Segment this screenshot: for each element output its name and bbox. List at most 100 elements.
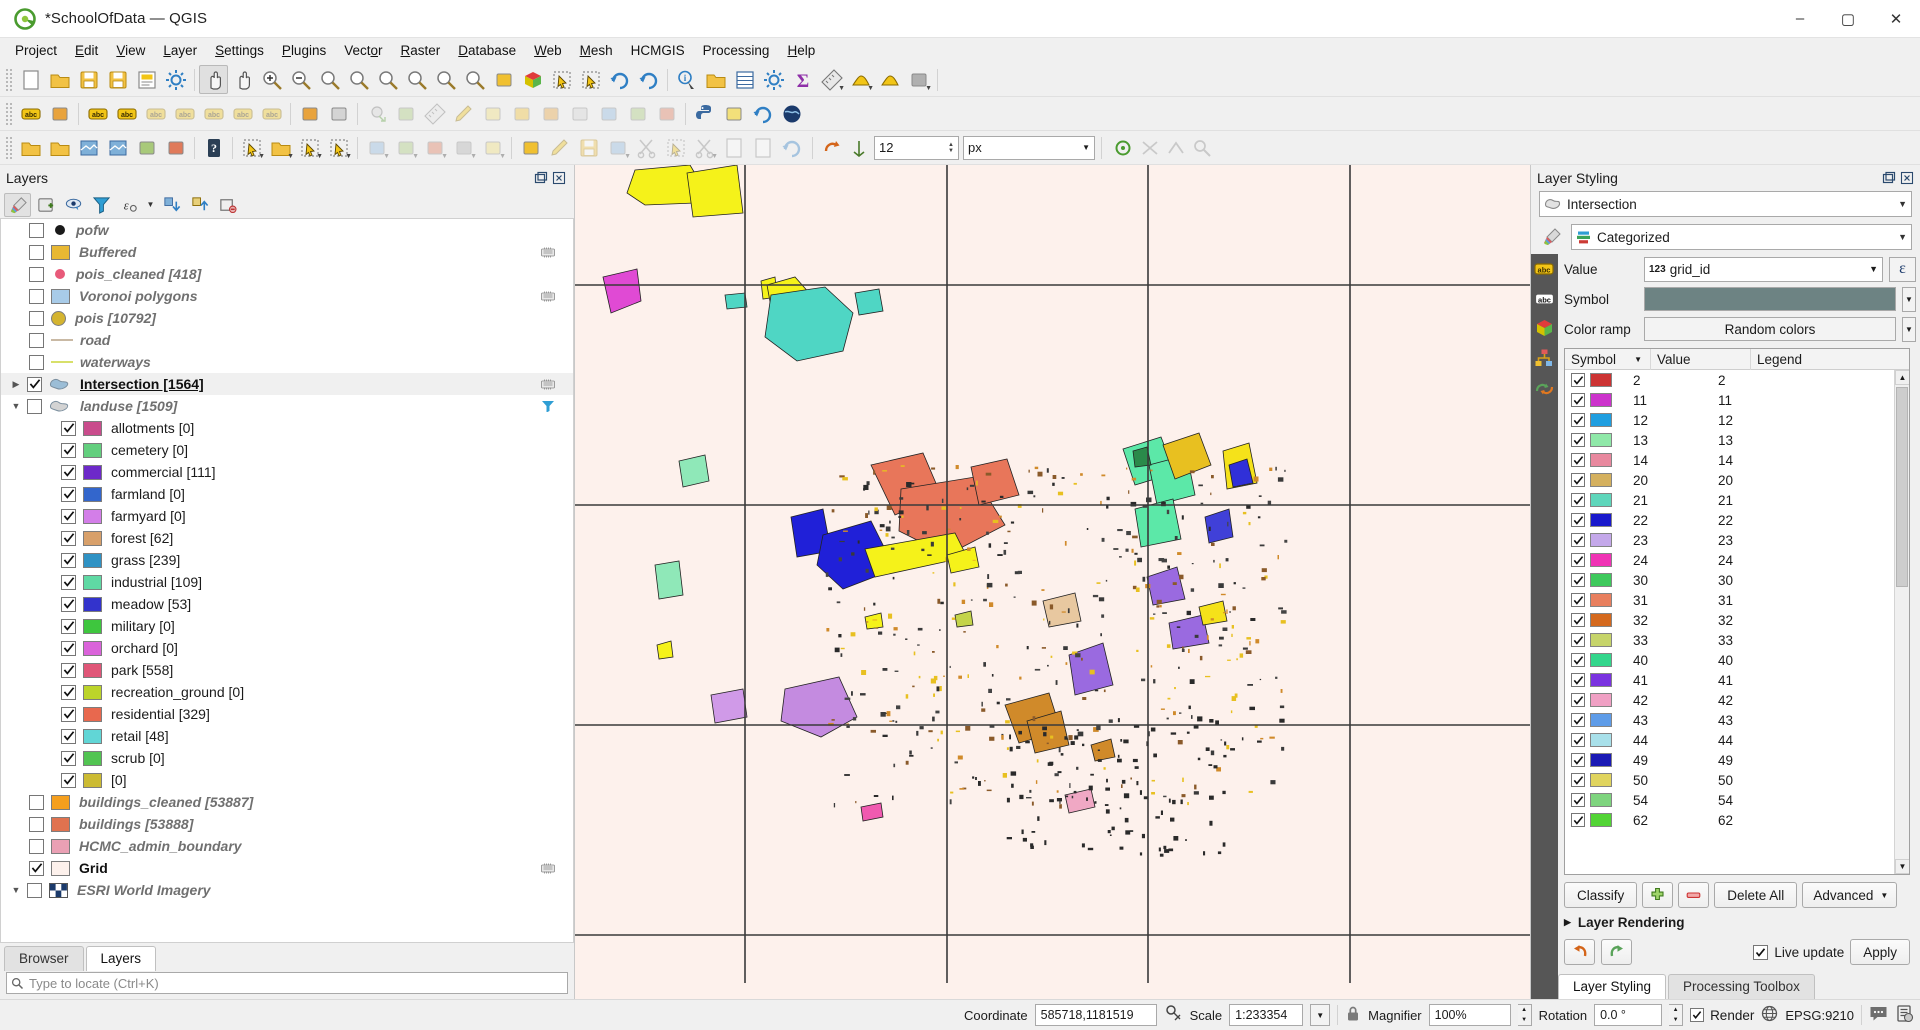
redo-icon[interactable]	[1601, 939, 1632, 965]
locator-input[interactable]: Type to locate (Ctrl+K)	[6, 972, 568, 994]
menu-item-processing[interactable]: Processing	[694, 40, 779, 61]
layer-visibility-checkbox[interactable]	[27, 882, 42, 898]
zoom-next-icon[interactable]	[460, 65, 489, 94]
category-color-swatch[interactable]	[1590, 553, 1612, 567]
show-overview-icon[interactable]	[875, 65, 904, 94]
menu-item-web[interactable]: Web	[525, 40, 571, 61]
apply-button[interactable]: Apply	[1850, 939, 1910, 965]
category-row[interactable]: 11 11	[1565, 390, 1909, 410]
close-button[interactable]: ✕	[1872, 0, 1920, 38]
layer-item-meadow[interactable]: meadow [53]	[1, 593, 573, 615]
georeferencer-icon[interactable]	[295, 99, 324, 128]
move-feature-icon[interactable]: ▼	[391, 133, 420, 162]
menu-item-layer[interactable]: Layer	[154, 40, 206, 61]
category-color-swatch[interactable]	[1590, 393, 1612, 407]
help-icon[interactable]: ?	[199, 133, 228, 162]
layer-visibility-checkbox[interactable]	[29, 222, 44, 238]
layer-visibility-checkbox[interactable]	[29, 354, 44, 370]
category-row[interactable]: 12 12	[1565, 410, 1909, 430]
diagrams-icon[interactable]	[1534, 348, 1555, 369]
merge-features-icon[interactable]: ▼	[603, 133, 632, 162]
menu-item-help[interactable]: Help	[778, 40, 824, 61]
menu-item-project[interactable]: Project	[6, 40, 66, 61]
label-icon[interactable]: abc	[16, 99, 45, 128]
zoom-in-icon[interactable]	[257, 65, 286, 94]
column-header-symbol[interactable]: Symbol ▼	[1565, 349, 1651, 370]
field-calculator-icon[interactable]	[730, 65, 759, 94]
category-checkbox[interactable]	[1571, 773, 1585, 787]
add-postgis-layer-icon[interactable]	[161, 133, 190, 162]
layer-item-pofw[interactable]: pofw	[1, 219, 573, 241]
add-feature-line-icon[interactable]	[391, 99, 420, 128]
category-checkbox[interactable]	[1571, 813, 1585, 827]
layer-visibility-checkbox[interactable]	[29, 266, 44, 282]
python-console-icon[interactable]	[690, 99, 719, 128]
options-icon[interactable]	[759, 65, 788, 94]
layer-item-retail[interactable]: retail [48]	[1, 725, 573, 747]
measure-line-icon[interactable]	[420, 99, 449, 128]
classify-button[interactable]: Classify	[1564, 882, 1638, 908]
save-project-icon[interactable]	[74, 65, 103, 94]
renderer-combo[interactable]: Categorized ▼	[1571, 224, 1912, 250]
layer-item-residential[interactable]: residential [329]	[1, 703, 573, 725]
maximize-button[interactable]: ▢	[1824, 0, 1872, 38]
layer-item-park[interactable]: park [558]	[1, 659, 573, 681]
category-row[interactable]: 32 32	[1565, 610, 1909, 630]
layer-visibility-checkbox[interactable]	[29, 794, 44, 810]
layer-visibility-checkbox[interactable]	[61, 706, 76, 722]
layer-item-hcmc-admin-boundary[interactable]: HCMC_admin_boundary	[1, 835, 573, 857]
highlight-pinned-labels-icon[interactable]: abc	[83, 99, 112, 128]
open-field-calculator-icon[interactable]: ▼	[266, 133, 295, 162]
category-checkbox[interactable]	[1571, 613, 1585, 627]
layer-item-allotments[interactable]: allotments [0]	[1, 417, 573, 439]
delete-all-button[interactable]: Delete All	[1714, 882, 1798, 908]
save-layer-edits-icon[interactable]	[574, 133, 603, 162]
layer-visibility-checkbox[interactable]	[61, 750, 76, 766]
snapping-icon[interactable]	[1108, 133, 1137, 162]
layer-item-intersection[interactable]: ▶ Intersection [1564]	[1, 373, 573, 395]
category-color-swatch[interactable]	[1590, 453, 1612, 467]
expand-arrow-icon[interactable]: ▶	[5, 379, 27, 390]
layer-visibility-checkbox[interactable]	[61, 618, 76, 634]
layer-item-grid[interactable]: Grid	[1, 857, 573, 879]
render-checkbox[interactable]: Render	[1690, 1008, 1754, 1023]
save-project-as-icon[interactable]	[103, 65, 132, 94]
layer-item-buffered[interactable]: Buffered	[1, 241, 573, 263]
labels-icon[interactable]: abc	[1534, 288, 1555, 309]
refresh-plugins-icon[interactable]	[748, 99, 777, 128]
filter-indicator-icon[interactable]	[541, 399, 557, 413]
layer-item-blank[interactable]: [0]	[1, 769, 573, 791]
category-color-swatch[interactable]	[1590, 753, 1612, 767]
add-vector-layer-icon[interactable]	[45, 133, 74, 162]
layer-visibility-checkbox[interactable]	[29, 310, 44, 326]
categories-scrollbar[interactable]: ▲ ▼	[1894, 370, 1909, 874]
layer-rendering-section[interactable]: ▶ Layer Rendering	[1558, 910, 1916, 935]
layer-item-military[interactable]: military [0]	[1, 615, 573, 637]
category-color-swatch[interactable]	[1590, 373, 1612, 387]
layer-selector-combo[interactable]: Intersection ▼	[1539, 191, 1912, 217]
terrain-profile-icon[interactable]	[324, 99, 353, 128]
layer-visibility-checkbox[interactable]	[29, 244, 44, 260]
layer-visibility-checkbox[interactable]	[29, 860, 44, 876]
expression-filter-icon[interactable]: ε	[116, 193, 143, 217]
move-label-icon[interactable]: abc	[199, 99, 228, 128]
identify-features-icon[interactable]: i	[672, 65, 701, 94]
category-color-swatch[interactable]	[1590, 793, 1612, 807]
scale-dropdown-button[interactable]: ▼	[1310, 1004, 1331, 1026]
category-row[interactable]: 22 22	[1565, 510, 1909, 530]
categories-table[interactable]: Symbol ▼ Value Legend 2 2 11 11 12 12 13 13 14 14…	[1564, 348, 1910, 875]
coordinate-field[interactable]: 585718,1181519	[1034, 1004, 1157, 1026]
layer-visibility-checkbox[interactable]	[61, 420, 76, 436]
category-color-swatch[interactable]	[1590, 673, 1612, 687]
filter-legend-icon[interactable]	[88, 193, 115, 217]
category-checkbox[interactable]	[1571, 413, 1585, 427]
plugin-manager-icon[interactable]	[719, 99, 748, 128]
measure-icon[interactable]: ▼	[817, 65, 846, 94]
menu-item-database[interactable]: Database	[449, 40, 525, 61]
new-3d-map-view-icon[interactable]	[518, 65, 547, 94]
remove-layer-icon[interactable]	[214, 193, 241, 217]
zoom-to-selection-icon[interactable]	[344, 65, 373, 94]
self-snapping-icon[interactable]	[1189, 133, 1215, 162]
advanced-button[interactable]: Advanced ▼	[1802, 882, 1898, 908]
category-color-swatch[interactable]	[1590, 713, 1612, 727]
